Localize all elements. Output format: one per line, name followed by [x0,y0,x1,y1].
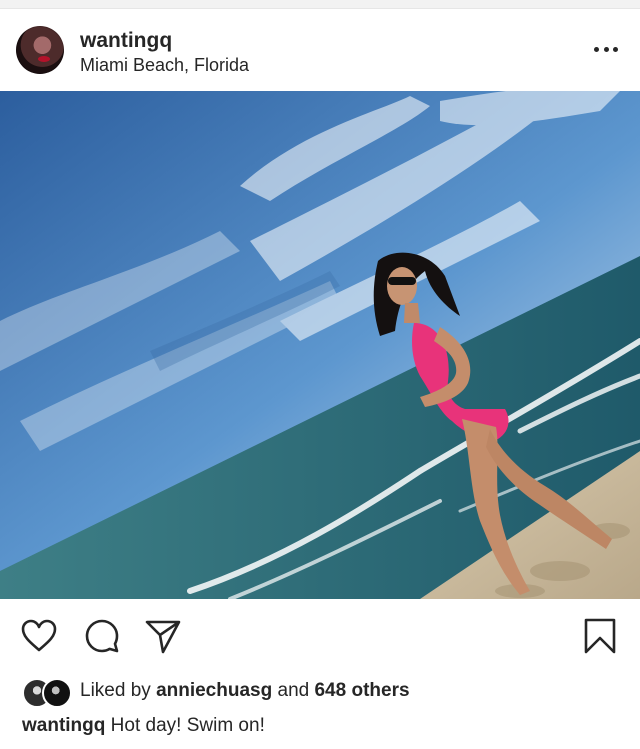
post-photo[interactable] [0,91,640,599]
save-button[interactable] [580,616,620,656]
caption-username[interactable]: wantingq [22,715,105,736]
likes-text: Liked by anniechuasg and 648 others [80,680,410,702]
comment-bubble-icon [85,619,119,653]
post-caption: wantingq Hot day! Swim on! [22,715,265,737]
bookmark-icon [584,618,616,654]
like-button[interactable] [19,616,59,656]
likes-others-count[interactable]: 648 others [314,680,409,701]
liker-avatars [22,677,76,708]
more-options-icon[interactable] [594,39,618,59]
share-button[interactable] [143,616,183,656]
post-header: wantingq Miami Beach, Florida [0,9,640,91]
heart-icon [21,619,57,652]
first-liker-username[interactable]: anniechuasg [156,680,272,701]
post-action-bar [0,600,640,670]
likes-connector: and [277,680,310,701]
post-location[interactable]: Miami Beach, Florida [80,55,249,76]
liker-avatar [42,678,72,708]
post-username[interactable]: wantingq [80,29,172,53]
likes-summary[interactable]: Liked by anniechuasg and 648 others [22,676,410,708]
likes-prefix: Liked by [80,680,151,701]
top-divider [0,0,640,9]
paper-plane-icon [145,620,181,654]
profile-avatar[interactable] [16,26,64,74]
caption-text: Hot day! Swim on! [110,715,265,736]
comment-button[interactable] [82,616,122,656]
